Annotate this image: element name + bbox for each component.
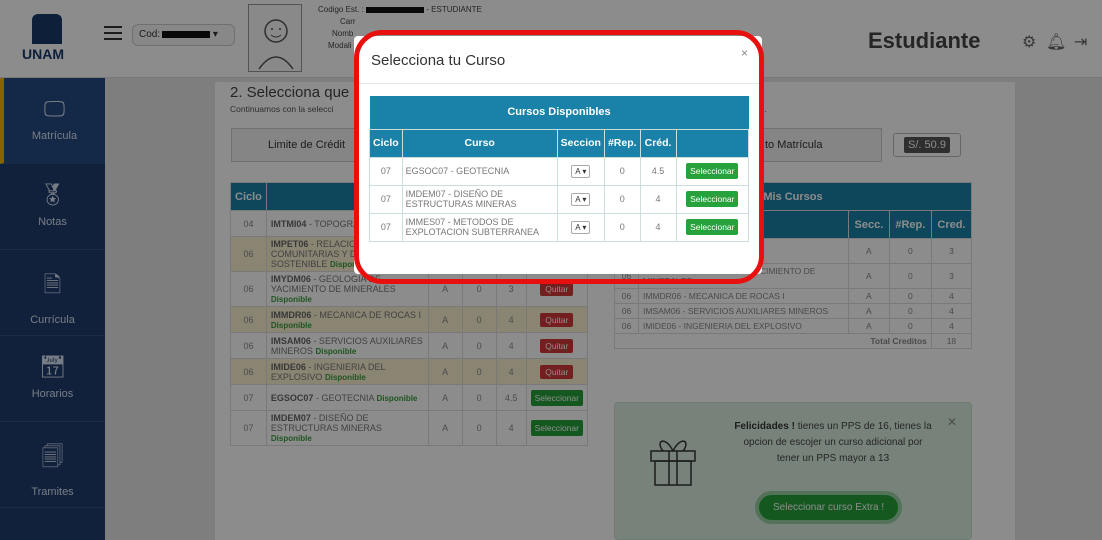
section-cell: A ▾ <box>556 156 605 186</box>
rep-cell: 0 <box>603 212 641 242</box>
credits-cell: 4.5 <box>639 156 677 186</box>
course-cell: EGSOC07 - GEOTECNIA <box>401 156 558 186</box>
credits-cell: 4 <box>639 212 677 242</box>
table-row: 07 IMMES07 - METODOS DE EXPLOTACION SUBTE… <box>369 212 750 242</box>
col-header: Curso <box>401 128 558 158</box>
action-cell: Seleccionar <box>675 156 750 186</box>
section-cell: A ▾ <box>556 184 605 214</box>
col-header <box>675 128 750 158</box>
ciclo-cell: 07 <box>369 156 403 186</box>
course-cell: IMDEM07 - DISEÑO DE ESTRUCTURAS MINERAS <box>401 184 558 214</box>
section-select[interactable]: A ▾ <box>571 192 591 206</box>
available-courses-table: Cursos Disponibles Ciclo Curso Seccion #… <box>369 96 750 242</box>
section-select[interactable]: A ▾ <box>571 164 591 178</box>
col-header: Ciclo <box>369 128 403 158</box>
ciclo-cell: 07 <box>369 212 403 242</box>
ciclo-cell: 07 <box>369 184 403 214</box>
section-cell: A ▾ <box>556 212 605 242</box>
table-row: 07 IMDEM07 - DISEÑO DE ESTRUCTURAS MINERA… <box>369 184 750 214</box>
credits-cell: 4 <box>639 184 677 214</box>
select-button[interactable]: Seleccionar <box>686 219 739 235</box>
action-cell: Seleccionar <box>675 212 750 242</box>
col-header: #Rep. <box>603 128 641 158</box>
col-header: Seccion <box>556 128 605 158</box>
select-button[interactable]: Seleccionar <box>686 163 739 179</box>
col-header: Créd. <box>639 128 677 158</box>
rep-cell: 0 <box>603 156 641 186</box>
close-icon[interactable]: × <box>741 46 748 60</box>
course-cell: IMMES07 - METODOS DE EXPLOTACION SUBTERR… <box>401 212 558 242</box>
modal-title: Selecciona tu Curso <box>354 36 762 84</box>
action-cell: Seleccionar <box>675 184 750 214</box>
select-course-modal: Selecciona tu Curso × Cursos Disponibles… <box>354 36 762 274</box>
select-button[interactable]: Seleccionar <box>686 191 739 207</box>
table-row: 07 EGSOC07 - GEOTECNIA A ▾ 0 4.5 Seleccionar <box>369 156 750 186</box>
rep-cell: 0 <box>603 184 641 214</box>
section-select[interactable]: A ▾ <box>571 220 591 234</box>
available-courses-caption: Cursos Disponibles <box>369 96 749 129</box>
